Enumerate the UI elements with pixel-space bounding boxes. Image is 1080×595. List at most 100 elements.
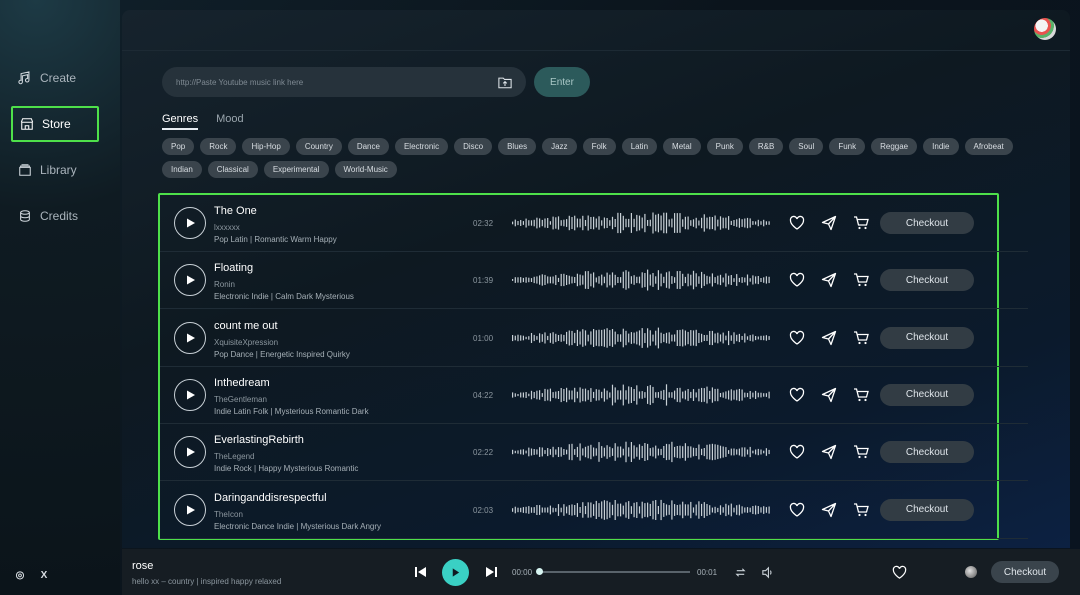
waveform[interactable] bbox=[512, 268, 772, 292]
track-list: The One lxxxxxx Pop Latin | Romantic War… bbox=[158, 193, 1028, 540]
share-icon[interactable] bbox=[821, 272, 837, 288]
nav-library[interactable]: Library bbox=[11, 152, 99, 188]
track-title: Inthedream bbox=[214, 376, 270, 389]
track-duration: 01:00 bbox=[473, 333, 494, 343]
nav-store[interactable]: Store bbox=[11, 106, 99, 142]
waveform[interactable] bbox=[512, 498, 772, 522]
heart-icon[interactable] bbox=[789, 502, 805, 518]
tab-genres[interactable]: Genres bbox=[162, 113, 199, 130]
genre-chip[interactable]: Blues bbox=[498, 138, 537, 155]
heart-icon[interactable] bbox=[789, 272, 805, 288]
genre-chip[interactable]: Country bbox=[295, 138, 342, 155]
progress-knob[interactable] bbox=[536, 568, 543, 575]
waveform[interactable] bbox=[512, 440, 772, 464]
genre-chip[interactable]: Electronic bbox=[394, 138, 449, 155]
genre-chip[interactable]: Reggae bbox=[871, 138, 918, 155]
cart-icon[interactable] bbox=[853, 272, 869, 288]
genre-chip[interactable]: Experimental bbox=[263, 161, 329, 178]
share-icon[interactable] bbox=[821, 330, 837, 346]
nav-credits[interactable]: Credits bbox=[11, 198, 99, 234]
genre-chip[interactable]: World-Music bbox=[334, 161, 397, 178]
track-play-button[interactable] bbox=[174, 321, 206, 354]
genre-chip[interactable]: Classical bbox=[207, 161, 258, 178]
user-avatar-small[interactable] bbox=[965, 566, 977, 578]
track-play-button[interactable] bbox=[174, 264, 206, 297]
share-icon[interactable] bbox=[821, 444, 837, 460]
cart-icon[interactable] bbox=[853, 330, 869, 346]
heart-icon[interactable] bbox=[892, 565, 907, 580]
share-icon[interactable] bbox=[821, 387, 837, 403]
enter-button[interactable]: Enter bbox=[534, 67, 590, 97]
cart-icon[interactable] bbox=[853, 444, 869, 460]
youtube-link-input[interactable] bbox=[176, 77, 498, 87]
checkout-button[interactable]: Checkout bbox=[880, 269, 974, 292]
track-row[interactable]: Inthedream TheGentleman Indie Latin Folk… bbox=[160, 367, 1028, 424]
track-artist: lxxxxxx bbox=[214, 223, 240, 232]
avatar[interactable] bbox=[1034, 18, 1056, 40]
heart-icon[interactable] bbox=[789, 444, 805, 460]
repeat-icon[interactable] bbox=[734, 566, 747, 579]
main-panel: Enter Genres Mood Pop Rock Hip-Hop Country D… bbox=[122, 10, 1070, 548]
checkout-button[interactable]: Checkout bbox=[880, 441, 974, 464]
genre-chip[interactable]: Indian bbox=[162, 161, 202, 178]
genre-chip[interactable]: Funk bbox=[829, 138, 866, 155]
track-row[interactable]: EverlastingRebirth TheLegend Indie Rock … bbox=[160, 424, 1028, 482]
checkout-button[interactable]: Checkout bbox=[880, 212, 974, 234]
x-icon[interactable]: X bbox=[38, 569, 50, 581]
heart-icon[interactable] bbox=[789, 330, 805, 346]
next-icon[interactable] bbox=[484, 565, 498, 579]
genre-chip[interactable]: Folk bbox=[582, 138, 616, 155]
genre-chip[interactable]: Punk bbox=[706, 138, 743, 155]
genre-chip[interactable]: Disco bbox=[454, 138, 493, 155]
waveform[interactable] bbox=[512, 326, 772, 350]
genre-chip[interactable]: Metal bbox=[663, 138, 701, 155]
cart-icon[interactable] bbox=[853, 387, 869, 403]
instagram-icon[interactable]: ◎ bbox=[14, 569, 26, 581]
genre-chip[interactable]: Rock bbox=[200, 138, 237, 155]
track-row[interactable]: Daringanddisrespectful TheIcon Electroni… bbox=[160, 482, 1028, 539]
track-play-button[interactable] bbox=[174, 436, 206, 469]
waveform[interactable] bbox=[512, 383, 772, 407]
checkout-button[interactable]: Checkout bbox=[880, 498, 974, 521]
genre-chip[interactable]: Afrobeat bbox=[964, 138, 1013, 155]
nav-create[interactable]: Create bbox=[11, 60, 99, 96]
share-icon[interactable] bbox=[821, 215, 837, 231]
waveform[interactable] bbox=[512, 211, 772, 235]
progress-bar[interactable] bbox=[538, 571, 690, 573]
track-row[interactable]: Floating Ronin Electronic Indie | Calm D… bbox=[160, 252, 1028, 310]
checkout-button[interactable]: Checkout bbox=[880, 326, 974, 349]
player-checkout-button[interactable]: Checkout bbox=[991, 561, 1059, 583]
previous-icon[interactable] bbox=[414, 565, 428, 579]
genre-chips: Pop Rock Hip-Hop Country Dance Electronic Disc… bbox=[162, 138, 1022, 178]
track-tags: Pop Latin | Romantic Warm Happy bbox=[214, 235, 337, 244]
genre-chip[interactable]: Pop bbox=[162, 138, 195, 155]
genre-chip[interactable]: Hip-Hop bbox=[242, 138, 290, 155]
track-row[interactable]: The One lxxxxxx Pop Latin | Romantic War… bbox=[160, 195, 1028, 252]
play-button[interactable] bbox=[442, 559, 469, 586]
genre-chip[interactable]: R&B bbox=[748, 138, 784, 155]
checkout-button[interactable]: Checkout bbox=[880, 383, 974, 406]
share-icon[interactable] bbox=[821, 502, 837, 518]
heart-icon[interactable] bbox=[789, 387, 805, 403]
genre-chip[interactable]: Dance bbox=[347, 138, 389, 155]
track-play-button[interactable] bbox=[174, 378, 206, 411]
play-icon bbox=[187, 390, 195, 400]
genre-chip[interactable]: Jazz bbox=[542, 138, 577, 155]
genre-chip[interactable]: Indie bbox=[923, 138, 959, 155]
heart-icon[interactable] bbox=[789, 215, 805, 231]
cart-icon[interactable] bbox=[853, 502, 869, 518]
track-play-button[interactable] bbox=[174, 207, 206, 239]
play-icon bbox=[187, 275, 195, 285]
cart-icon[interactable] bbox=[853, 215, 869, 231]
track-artist: TheGentleman bbox=[214, 394, 267, 404]
genre-chip[interactable]: Soul bbox=[789, 138, 824, 155]
track-row[interactable]: count me out XquisiteXpression Pop Dance… bbox=[160, 310, 1028, 367]
folder-upload-icon[interactable] bbox=[498, 76, 512, 89]
volume-icon[interactable] bbox=[761, 566, 774, 579]
tab-mood[interactable]: Mood bbox=[216, 113, 244, 130]
track-title: count me out bbox=[214, 319, 278, 332]
play-icon bbox=[187, 218, 195, 228]
genre-chip[interactable]: Latin bbox=[621, 138, 658, 155]
track-duration: 04:22 bbox=[473, 390, 494, 400]
track-play-button[interactable] bbox=[174, 493, 206, 526]
